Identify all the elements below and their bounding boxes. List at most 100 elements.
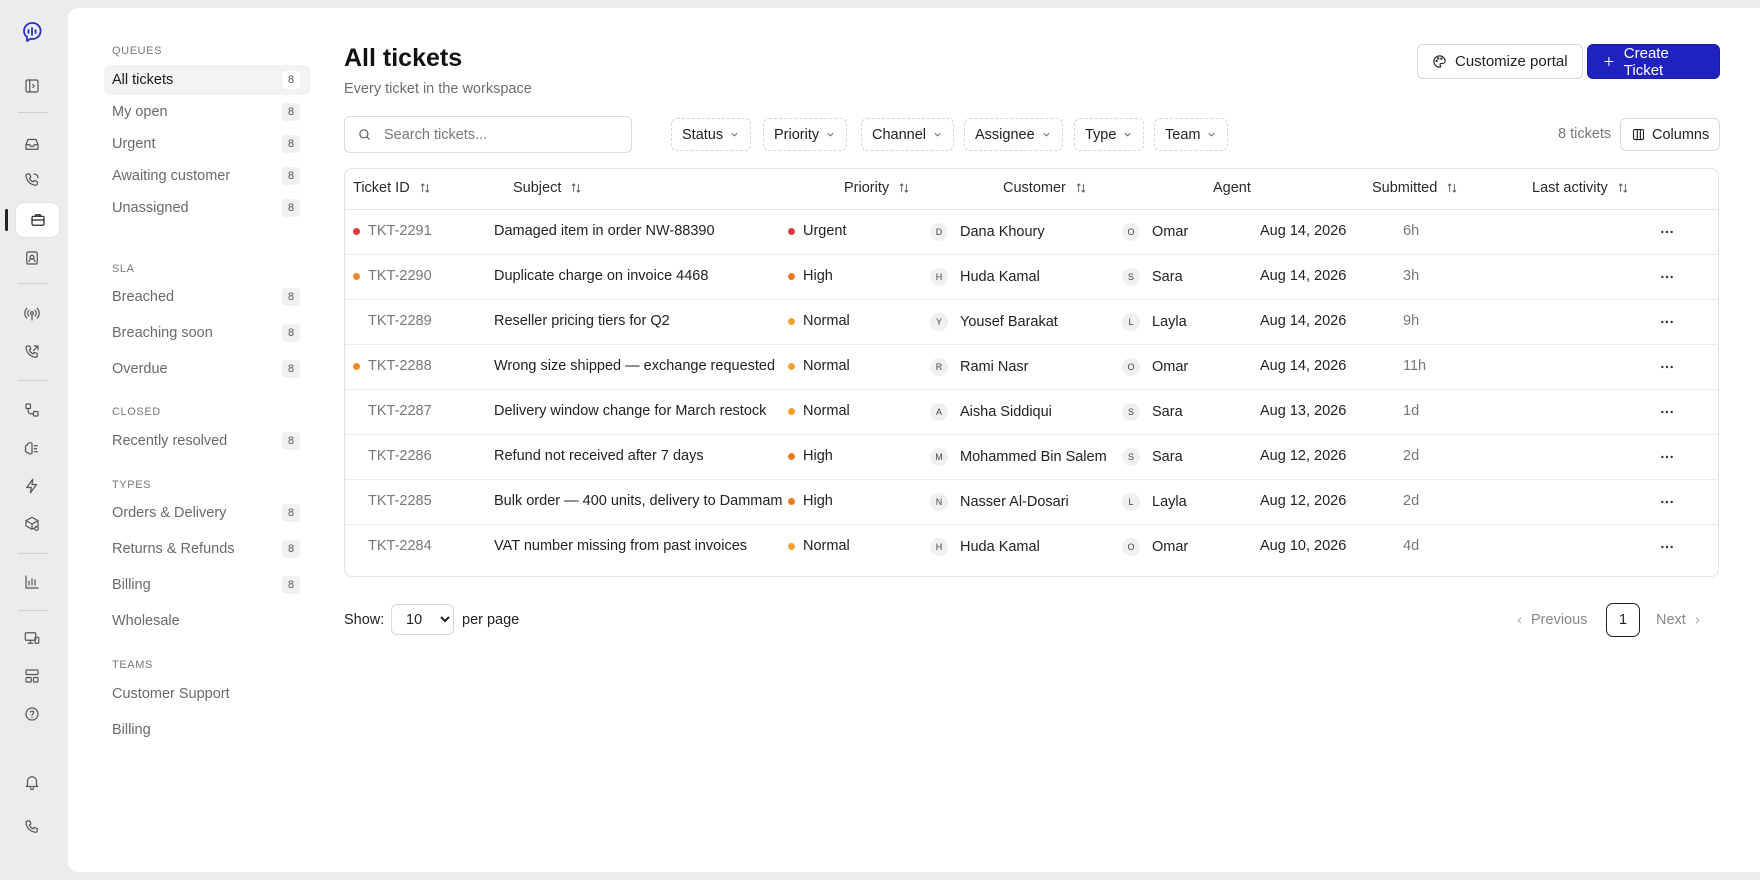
- filter-team[interactable]: Team: [1154, 118, 1229, 151]
- table-row[interactable]: TKT-2291 Damaged item in order NW-88390 Ur…: [345, 210, 1718, 255]
- nav-item-wholesale[interactable]: Wholesale: [104, 606, 310, 636]
- table-row[interactable]: TKT-2288 Wrong size shipped — exchange re…: [345, 345, 1718, 390]
- nav-item-breaching-soon[interactable]: Breaching soon 8: [104, 318, 310, 348]
- customize-portal-button[interactable]: Customize portal: [1417, 44, 1583, 79]
- column-header-last-activity[interactable]: Last activity: [1532, 180, 1630, 196]
- agent-cell[interactable]: S Sara: [1122, 448, 1183, 466]
- table-row[interactable]: TKT-2284 VAT number missing from past inv…: [345, 525, 1718, 570]
- help-icon[interactable]: [20, 702, 44, 726]
- ticket-id-cell[interactable]: TKT-2289: [353, 313, 432, 329]
- nav-item-all-tickets[interactable]: All tickets 8: [104, 65, 310, 95]
- sidebar-toggle-icon[interactable]: [20, 74, 44, 98]
- bolt-icon[interactable]: [20, 474, 44, 498]
- ticket-id-cell[interactable]: TKT-2288: [353, 358, 432, 374]
- subject-cell[interactable]: Delivery window change for March restock: [494, 403, 766, 419]
- filter-priority[interactable]: Priority: [763, 118, 848, 151]
- nav-item-urgent[interactable]: Urgent 8: [104, 129, 310, 159]
- package-search-icon[interactable]: [20, 512, 44, 536]
- filter-status[interactable]: Status: [671, 118, 752, 151]
- agent-cell[interactable]: O Omar: [1122, 358, 1188, 376]
- subject-cell[interactable]: Wrong size shipped — exchange requested: [494, 358, 775, 374]
- ticket-id-cell[interactable]: TKT-2284: [353, 538, 432, 554]
- phone-icon[interactable]: [20, 815, 44, 839]
- search-box[interactable]: [344, 116, 632, 153]
- subject-cell[interactable]: Reseller pricing tiers for Q2: [494, 313, 670, 329]
- contacts-icon[interactable]: [20, 246, 44, 270]
- more-actions-button[interactable]: [1658, 223, 1676, 241]
- agent-cell[interactable]: S Sara: [1122, 403, 1183, 421]
- bell-icon[interactable]: [20, 770, 44, 794]
- more-actions-button[interactable]: [1658, 313, 1676, 331]
- subject-cell[interactable]: Bulk order — 400 units, delivery to Damm…: [494, 493, 783, 509]
- per-page-select[interactable]: 102550: [391, 604, 454, 635]
- chart-icon[interactable]: [20, 570, 44, 594]
- nav-item-billing-type[interactable]: Billing 8: [104, 570, 310, 600]
- nav-item-breached[interactable]: Breached 8: [104, 282, 310, 312]
- subject-cell[interactable]: Duplicate charge on invoice 4468: [494, 268, 708, 284]
- next-page-button[interactable]: Next: [1656, 612, 1703, 628]
- customer-cell[interactable]: H Huda Kamal: [930, 268, 1040, 286]
- column-header-priority[interactable]: Priority: [844, 180, 911, 196]
- customer-cell[interactable]: H Huda Kamal: [930, 538, 1040, 556]
- phone-chat-icon[interactable]: [20, 168, 44, 192]
- ticket-id-cell[interactable]: TKT-2291: [353, 223, 432, 239]
- ticket-id-cell[interactable]: TKT-2286: [353, 448, 432, 464]
- more-actions-button[interactable]: [1658, 448, 1676, 466]
- more-actions-button[interactable]: [1658, 403, 1676, 421]
- nav-item-unassigned[interactable]: Unassigned 8: [104, 193, 310, 223]
- search-input[interactable]: [384, 126, 604, 143]
- nav-item-overdue[interactable]: Overdue 8: [104, 354, 310, 384]
- subject-cell[interactable]: Damaged item in order NW-88390: [494, 223, 715, 239]
- table-row[interactable]: TKT-2286 Refund not received after 7 days…: [345, 435, 1718, 480]
- nav-item-my-open[interactable]: My open 8: [104, 97, 310, 127]
- filter-channel[interactable]: Channel: [861, 118, 955, 151]
- agent-cell[interactable]: O Omar: [1122, 538, 1188, 556]
- subject-cell[interactable]: VAT number missing from past invoices: [494, 538, 747, 554]
- column-header-ticket-id[interactable]: Ticket ID: [353, 180, 432, 196]
- create-ticket-button[interactable]: Create Ticket: [1587, 44, 1720, 79]
- customer-cell[interactable]: Y Yousef Barakat: [930, 313, 1058, 331]
- customer-cell[interactable]: M Mohammed Bin Salem: [930, 448, 1107, 466]
- agent-cell[interactable]: L Layla: [1122, 313, 1187, 331]
- column-header-subject[interactable]: Subject: [513, 180, 583, 196]
- table-row[interactable]: TKT-2290 Duplicate charge on invoice 4468…: [345, 255, 1718, 300]
- devices-icon[interactable]: [20, 626, 44, 650]
- customer-cell[interactable]: N Nasser Al-Dosari: [930, 493, 1069, 511]
- inbox-icon[interactable]: [20, 132, 44, 156]
- nav-item-customer-support[interactable]: Customer Support: [104, 679, 310, 709]
- nav-item-returns-refunds[interactable]: Returns & Refunds 8: [104, 534, 310, 564]
- nav-item-recently-resolved[interactable]: Recently resolved 8: [104, 426, 310, 456]
- workflow-icon[interactable]: [20, 398, 44, 422]
- agent-cell[interactable]: S Sara: [1122, 268, 1183, 286]
- agent-cell[interactable]: O Omar: [1122, 223, 1188, 241]
- brain-icon[interactable]: [20, 436, 44, 460]
- ticket-id-cell[interactable]: TKT-2290: [353, 268, 432, 284]
- page-number-button[interactable]: 1: [1606, 603, 1640, 637]
- columns-button[interactable]: Columns: [1620, 118, 1721, 151]
- logo-icon[interactable]: [20, 20, 44, 44]
- column-header-submitted[interactable]: Submitted: [1372, 180, 1459, 196]
- nav-item-billing-team[interactable]: Billing: [104, 715, 310, 745]
- ticket-id-cell[interactable]: TKT-2287: [353, 403, 432, 419]
- layout-icon[interactable]: [20, 664, 44, 688]
- filter-type[interactable]: Type: [1074, 118, 1145, 151]
- ticket-id-cell[interactable]: TKT-2285: [353, 493, 432, 509]
- nav-item-awaiting-customer[interactable]: Awaiting customer 8: [104, 161, 310, 191]
- tickets-icon[interactable]: [5, 203, 59, 237]
- previous-page-button[interactable]: Previous: [1514, 612, 1587, 628]
- column-header-customer[interactable]: Customer: [1003, 180, 1088, 196]
- table-row[interactable]: TKT-2289 Reseller pricing tiers for Q2 Nor…: [345, 300, 1718, 345]
- customer-cell[interactable]: D Dana Khoury: [930, 223, 1045, 241]
- broadcast-icon[interactable]: [20, 302, 44, 326]
- filter-assignee[interactable]: Assignee: [964, 118, 1063, 151]
- customer-cell[interactable]: A Aisha Siddiqui: [930, 403, 1052, 421]
- more-actions-button[interactable]: [1658, 493, 1676, 511]
- more-actions-button[interactable]: [1658, 538, 1676, 556]
- more-actions-button[interactable]: [1658, 358, 1676, 376]
- agent-cell[interactable]: L Layla: [1122, 493, 1187, 511]
- customer-cell[interactable]: R Rami Nasr: [930, 358, 1028, 376]
- call-outgoing-icon[interactable]: [20, 340, 44, 364]
- more-actions-button[interactable]: [1658, 268, 1676, 286]
- table-row[interactable]: TKT-2287 Delivery window change for March…: [345, 390, 1718, 435]
- nav-item-orders-delivery[interactable]: Orders & Delivery 8: [104, 498, 310, 528]
